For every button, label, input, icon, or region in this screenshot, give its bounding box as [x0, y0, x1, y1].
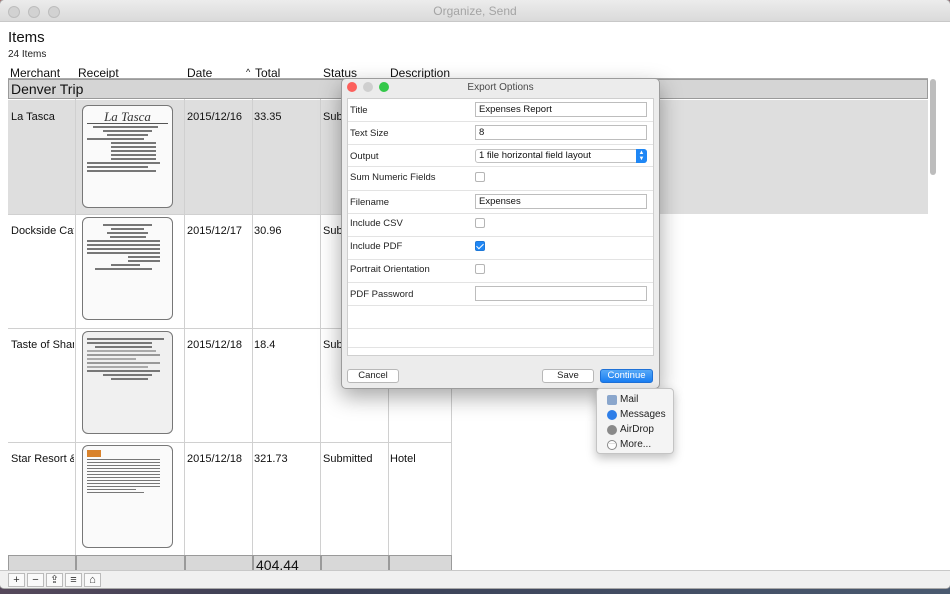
cell-date: 2015/12/16	[187, 111, 243, 123]
portrait-orientation-checkbox[interactable]	[475, 264, 485, 274]
text-size-field[interactable]: 8	[475, 125, 647, 140]
cell-date: 2015/12/18	[187, 339, 243, 351]
cell-merchant: Taste of Shang	[11, 339, 74, 351]
export-options-dialog: Export Options Title Expenses Report Tex…	[341, 78, 660, 389]
save-button[interactable]: Save	[542, 369, 594, 383]
menu-item-label: Messages	[620, 409, 666, 420]
select-arrows-icon: ▲ ▼	[636, 149, 647, 163]
menu-item-messages[interactable]: Messages	[597, 407, 673, 422]
table-row[interactable]: Star Resort & S 2015/12/18 321.73 Submit…	[8, 442, 928, 556]
messages-icon	[607, 410, 617, 420]
cell-merchant: Star Resort & S	[11, 453, 74, 465]
pdf-password-field[interactable]	[475, 286, 647, 301]
share-button[interactable]: ⇪	[46, 573, 63, 587]
filename-field[interactable]: Expenses	[475, 194, 647, 209]
mail-icon	[607, 395, 617, 405]
cell-total: 30.96	[254, 225, 282, 237]
include-csv-checkbox[interactable]	[475, 218, 485, 228]
receipt-logo-text: La Tasca	[87, 110, 168, 124]
text-size-label: Text Size	[350, 128, 389, 139]
sum-numeric-label: Sum Numeric Fields	[350, 172, 436, 183]
menu-item-airdrop[interactable]: AirDrop	[597, 422, 673, 437]
more-icon: ···	[607, 440, 617, 450]
cell-total: 321.73	[254, 453, 288, 465]
share-menu: Mail Messages AirDrop ··· More...	[596, 388, 674, 454]
export-fields: Title Expenses Report Text Size 8 Output…	[347, 98, 654, 356]
title-label: Title	[350, 105, 368, 116]
cell-total: 18.4	[254, 339, 276, 351]
filename-label: Filename	[350, 197, 390, 208]
vertical-scrollbar[interactable]	[930, 79, 936, 175]
window-title: Organize, Send	[433, 4, 517, 18]
page-title: Items	[8, 29, 45, 46]
cell-date: 2015/12/18	[187, 453, 243, 465]
menu-item-label: More...	[620, 439, 652, 450]
menu-item-label: AirDrop	[620, 424, 654, 435]
menu-item-mail[interactable]: Mail	[597, 392, 673, 407]
cell-total: 33.35	[254, 111, 282, 123]
airdrop-icon	[607, 425, 617, 435]
output-select-value: 1 file horizontal field layout	[479, 150, 591, 161]
menu-item-label: Mail	[620, 394, 639, 405]
menu-item-more[interactable]: ··· More...	[597, 437, 673, 452]
cell-merchant: Dockside Cafe	[11, 225, 74, 237]
cell-date: 2015/12/17	[187, 225, 243, 237]
output-label: Output	[350, 151, 379, 162]
bottom-toolbar: + − ⇪ ≡ ⌂	[0, 570, 950, 588]
title-field[interactable]: Expenses Report	[475, 102, 647, 117]
receipt-thumbnail[interactable]: La Tasca	[82, 105, 173, 208]
sum-numeric-checkbox[interactable]	[475, 172, 485, 182]
cancel-button[interactable]: Cancel	[347, 369, 399, 383]
include-pdf-checkbox[interactable]	[475, 241, 485, 251]
dialog-title: Export Options	[467, 82, 534, 93]
list-view-button[interactable]: ≡	[65, 573, 82, 587]
sort-ascending-icon: ^	[246, 67, 251, 77]
add-item-button[interactable]: +	[8, 573, 25, 587]
home-button[interactable]: ⌂	[84, 573, 101, 587]
title-bar: Organize, Send	[0, 0, 950, 22]
dialog-title-bar: Export Options	[342, 79, 659, 96]
cell-description: Hotel	[390, 453, 416, 465]
receipt-thumbnail[interactable]	[82, 445, 173, 548]
include-pdf-label: Include PDF	[350, 241, 403, 252]
cell-status: Submitted	[323, 453, 373, 465]
continue-button[interactable]: Continue	[600, 369, 653, 383]
pdf-password-label: PDF Password	[350, 289, 414, 300]
include-csv-label: Include CSV	[350, 218, 403, 229]
output-select[interactable]: 1 file horizontal field layout ▲ ▼	[475, 149, 647, 163]
cell-merchant: La Tasca	[11, 111, 55, 123]
portrait-orientation-label: Portrait Orientation	[350, 264, 430, 275]
item-count: 24 Items	[8, 49, 47, 60]
remove-item-button[interactable]: −	[27, 573, 44, 587]
receipt-thumbnail[interactable]	[82, 217, 173, 320]
receipt-thumbnail[interactable]	[82, 331, 173, 434]
